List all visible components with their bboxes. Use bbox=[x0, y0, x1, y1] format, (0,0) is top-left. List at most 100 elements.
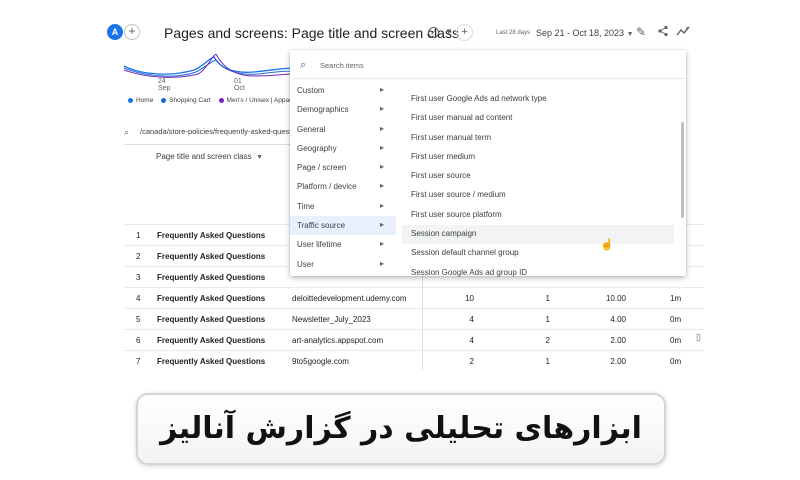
legend-item: Men's / Unisex | Appar bbox=[218, 97, 292, 104]
share-icon[interactable] bbox=[657, 25, 669, 40]
metric-cell: 0m bbox=[670, 315, 682, 324]
mini-line-chart: 24 Sep 01 Oct bbox=[124, 54, 294, 92]
report-title: Pages and screens: Page title and screen… bbox=[164, 25, 459, 41]
dimension-item[interactable]: First user manual term bbox=[402, 129, 674, 148]
category-label: Page / screen bbox=[297, 163, 347, 173]
source-cell: deloittedevelopment.udemy.com bbox=[292, 294, 407, 303]
dimension-item-label: First user source bbox=[411, 171, 471, 181]
chevron-right-icon: ▸ bbox=[379, 181, 384, 191]
chevron-right-icon: ▸ bbox=[379, 200, 384, 210]
search-icon: ⌕ bbox=[124, 127, 130, 137]
date-range-selector[interactable]: Sep 21 - Oct 18, 2023 ▼ bbox=[536, 28, 634, 38]
category-traffic-source[interactable]: Traffic source ▸ bbox=[290, 216, 396, 236]
table-row[interactable]: 6 Frequently Asked Questions art-analytics… bbox=[124, 329, 704, 350]
category-platform-device[interactable]: Platform / device ▸ bbox=[290, 177, 396, 196]
category-label: Time bbox=[297, 201, 315, 211]
dimension-item-label: First user source platform bbox=[411, 209, 502, 219]
x-tick-day: 01 bbox=[234, 78, 242, 85]
dimension-item[interactable]: First user Google Ads ad network type bbox=[402, 90, 674, 109]
category-user-lifetime[interactable]: User lifetime ▸ bbox=[290, 235, 396, 254]
dimension-item[interactable]: First user source platform bbox=[402, 206, 674, 225]
metric-cell: 4 bbox=[469, 315, 474, 324]
category-label: Platform / device bbox=[297, 182, 357, 192]
dimension-item[interactable]: First user manual ad content bbox=[402, 109, 674, 128]
avatar[interactable]: A bbox=[107, 24, 123, 40]
category-user[interactable]: User ▸ bbox=[290, 255, 396, 274]
metric-cell: 0m bbox=[670, 336, 682, 345]
category-label: General bbox=[297, 124, 326, 134]
chevron-right-icon: ▸ bbox=[379, 142, 384, 152]
menu-search-input[interactable] bbox=[320, 58, 520, 72]
dimension-item[interactable]: First user source / medium bbox=[402, 186, 674, 205]
page-title-cell: Frequently Asked Questions bbox=[157, 231, 266, 240]
chevron-right-icon: ▸ bbox=[379, 104, 384, 114]
page-title-cell: Frequently Asked Questions bbox=[157, 315, 266, 324]
legend-item: Shopping Cart bbox=[161, 97, 211, 104]
divider bbox=[290, 78, 686, 79]
page-title-cell: Frequently Asked Questions bbox=[157, 294, 266, 303]
category-label: Demographics bbox=[297, 105, 349, 115]
category-time[interactable]: Time ▸ bbox=[290, 197, 396, 216]
category-label: User lifetime bbox=[297, 240, 342, 250]
svg-text:✦: ✦ bbox=[685, 26, 689, 32]
dimension-item[interactable]: First user medium bbox=[402, 148, 674, 167]
feedback-icon[interactable]: ▯ bbox=[696, 332, 701, 343]
chevron-right-icon: ▸ bbox=[379, 123, 384, 133]
table-row[interactable]: 4 Frequently Asked Questions deloittedevel… bbox=[124, 287, 704, 308]
category-general[interactable]: General ▸ bbox=[290, 120, 396, 139]
category-custom[interactable]: Custom ▸ bbox=[290, 81, 396, 100]
chevron-right-icon: ▸ bbox=[379, 85, 384, 94]
date-label: Last 28 days bbox=[496, 30, 531, 36]
table-row[interactable]: 5 Frequently Asked Questions Newsletter_Ju… bbox=[124, 308, 704, 329]
row-index: 3 bbox=[136, 273, 141, 282]
metric-cell: 2 bbox=[469, 357, 474, 366]
metric-cell: 4 bbox=[469, 336, 474, 345]
category-label: Custom bbox=[297, 86, 325, 95]
category-label: Traffic source bbox=[297, 221, 346, 231]
plus-icon[interactable]: + bbox=[124, 24, 140, 40]
row-index: 4 bbox=[136, 294, 141, 303]
dimension-column-header[interactable]: Page title and screen class ▼ bbox=[156, 152, 263, 161]
dimension-item-label: First user manual ad content bbox=[411, 113, 513, 123]
dimension-item-label: First user Google Ads ad network type bbox=[411, 94, 547, 103]
page-title-cell: Frequently Asked Questions bbox=[157, 336, 266, 345]
caret-down-icon[interactable]: ▼ bbox=[445, 27, 453, 36]
row-index: 1 bbox=[136, 231, 141, 240]
category-demographics[interactable]: Demographics ▸ bbox=[290, 100, 396, 119]
category-list: Custom ▸ Demographics ▸ General ▸ Geography… bbox=[290, 81, 396, 274]
dimension-item[interactable]: Session default channel group bbox=[402, 244, 674, 263]
legend-label: Men's / Unisex | Appar bbox=[226, 97, 292, 104]
menu-scrollbar[interactable] bbox=[681, 122, 684, 218]
x-tick-1: 24 Sep bbox=[158, 78, 170, 92]
legend-dot bbox=[128, 97, 133, 103]
dimension-item-label: Session Google Ads ad group ID bbox=[411, 267, 528, 277]
dimension-item-session-campaign[interactable]: Session campaign bbox=[402, 225, 674, 245]
add-comparison-icon[interactable]: + bbox=[456, 24, 473, 41]
report-header: A + Pages and screens: Page title and sc… bbox=[104, 10, 704, 54]
chart-legend: Home Shopping Cart Men's / Unisex | Appa… bbox=[128, 97, 297, 104]
legend-dot bbox=[218, 97, 224, 103]
x-tick-day: 24 bbox=[158, 78, 166, 85]
dimension-item[interactable]: Session Google Ads ad group ID bbox=[402, 264, 674, 283]
table-row[interactable]: 7 Frequently Asked Questions 9to5google.co… bbox=[124, 350, 704, 370]
caret-down-icon: ▼ bbox=[626, 31, 634, 38]
filter-search-input[interactable]: /canada/store-policies/frequently-asked-… bbox=[140, 127, 290, 136]
check-circle-icon[interactable]: ✓ bbox=[428, 27, 439, 38]
chevron-right-icon: ▸ bbox=[379, 162, 384, 172]
dimension-item-label: Session default channel group bbox=[411, 248, 519, 258]
dimension-item[interactable]: First user source bbox=[402, 167, 674, 186]
insights-icon[interactable]: ✦ bbox=[676, 25, 690, 40]
legend-label: Shopping Cart bbox=[169, 97, 211, 104]
category-label: Geography bbox=[297, 143, 337, 153]
x-tick-month: Oct bbox=[234, 85, 245, 92]
legend-item: Home bbox=[128, 97, 153, 104]
row-index: 2 bbox=[136, 252, 141, 261]
metric-cell: 1 bbox=[545, 315, 550, 324]
category-geography[interactable]: Geography ▸ bbox=[290, 139, 396, 158]
edit-icon[interactable]: ✎ bbox=[636, 25, 646, 39]
page-title-cell: Frequently Asked Questions bbox=[157, 357, 266, 366]
category-page-screen[interactable]: Page / screen ▸ bbox=[290, 158, 396, 177]
dimension-item-label: First user manual term bbox=[411, 132, 492, 142]
date-range-text: Sep 21 - Oct 18, 2023 bbox=[536, 28, 625, 38]
metric-cell: 2 bbox=[545, 336, 550, 345]
